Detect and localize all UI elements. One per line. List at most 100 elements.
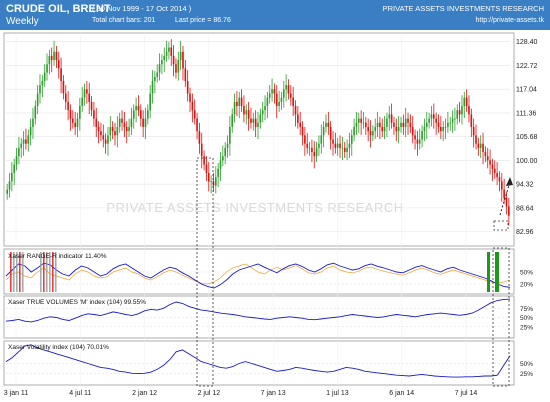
candle-body (57, 60, 60, 69)
chart-root: CRUDE OIL, BRENT Weekly ( 30 Nov 1999 - … (0, 0, 550, 402)
candle-body (210, 181, 212, 183)
chart-canvas: PRIVATE ASSETS INVESTMENTS RESEARCH 128.… (3, 32, 538, 397)
candle-body (147, 110, 149, 119)
price-y-tick: 100.00 (516, 158, 538, 165)
candle-body (32, 118, 34, 127)
candle-body (500, 181, 503, 190)
candle-body (86, 89, 88, 94)
candle-body (435, 118, 437, 123)
candle-body (107, 135, 109, 144)
candle-body (189, 93, 191, 102)
indicator-y-tick: 50% (520, 270, 533, 277)
indicator-y-tick: 50% (520, 361, 533, 368)
candle-body (231, 114, 234, 127)
candle-body (6, 189, 8, 194)
candle-body (257, 122, 259, 127)
indicator-y-tick: 50% (520, 315, 533, 322)
candle-body (369, 131, 372, 136)
candle-body (53, 51, 55, 61)
candle-body (430, 114, 433, 119)
candle-body (74, 122, 76, 127)
candle-body (11, 172, 13, 182)
candle-body (132, 110, 135, 119)
candle-body (34, 106, 37, 119)
candle-body (297, 114, 299, 123)
candle-body (46, 64, 48, 73)
watermark: PRIVATE ASSETS INVESTMENTS RESEARCH (106, 200, 403, 215)
candle-body (64, 93, 67, 102)
candle-body (20, 143, 23, 148)
candle-body (381, 126, 384, 132)
candle-body (336, 143, 339, 148)
candle-body (456, 110, 459, 119)
candle-body (252, 118, 255, 123)
candle-body (341, 147, 344, 149)
candle-body (29, 126, 32, 136)
candle-body (320, 135, 323, 144)
candle-body (301, 126, 304, 136)
candle-body (236, 101, 238, 107)
candle-body (71, 118, 74, 123)
candle-body (334, 143, 337, 148)
candle-body (144, 118, 147, 127)
candle-body (135, 106, 137, 111)
candle-body (97, 126, 100, 132)
candle-body (383, 126, 386, 132)
time-x-tick: 2 jan 12 (132, 390, 157, 397)
candle-body (397, 126, 400, 132)
candle-body (421, 131, 423, 140)
candle-body (313, 152, 316, 157)
candle-body (271, 89, 273, 94)
candle-body (299, 122, 302, 127)
candle-body (280, 97, 283, 102)
volatility-indicator-title: Xaser Volatility index (104) 70.01% (8, 344, 109, 351)
candle-body (472, 126, 475, 136)
candle-body (109, 126, 112, 136)
candle-body (184, 68, 187, 81)
indicator-y-tick: 75% (520, 306, 533, 313)
candle-body (50, 55, 53, 61)
candle-body (447, 122, 449, 127)
candle-body (172, 55, 175, 65)
candle-body (67, 101, 69, 111)
candle-body (292, 97, 294, 107)
candle-body (489, 160, 491, 165)
range-highlight-bar (487, 252, 490, 292)
candle-body (233, 101, 236, 115)
candle-body (191, 101, 194, 111)
candle-body (165, 51, 168, 56)
candle-body (168, 47, 170, 52)
candle-body (355, 122, 358, 127)
candle-body (414, 135, 416, 140)
candle-body (362, 122, 365, 124)
candle-body (76, 118, 79, 127)
candle-body (163, 55, 166, 61)
candle-body (245, 110, 248, 115)
candle-body (198, 131, 201, 144)
candle-body (275, 93, 278, 107)
candle-body (294, 106, 297, 115)
candle-body (69, 110, 72, 119)
candle-body (395, 126, 398, 132)
candle-body (214, 177, 217, 186)
candle-body (39, 85, 41, 94)
candle-body (357, 118, 360, 123)
candle-body (479, 143, 482, 148)
candle-body (104, 139, 107, 144)
candle-body (418, 139, 421, 144)
candle-body (222, 156, 224, 161)
candle-body (327, 122, 330, 127)
candle-body (350, 135, 353, 144)
range-highlight-bar (495, 252, 499, 292)
candle-body (304, 135, 306, 144)
candle-body (379, 122, 381, 127)
candle-body (306, 143, 309, 148)
volume-indicator-title: Xaser TRUE VOLUMES 'M' index (104) 99.55… (8, 299, 146, 306)
candle-body (88, 93, 91, 102)
candle-body (25, 139, 27, 144)
candle-body (461, 106, 463, 115)
time-x-tick: 6 jan 14 (389, 390, 414, 397)
candle-body (130, 118, 133, 127)
candle-body (62, 80, 65, 94)
candle-body (425, 122, 428, 127)
